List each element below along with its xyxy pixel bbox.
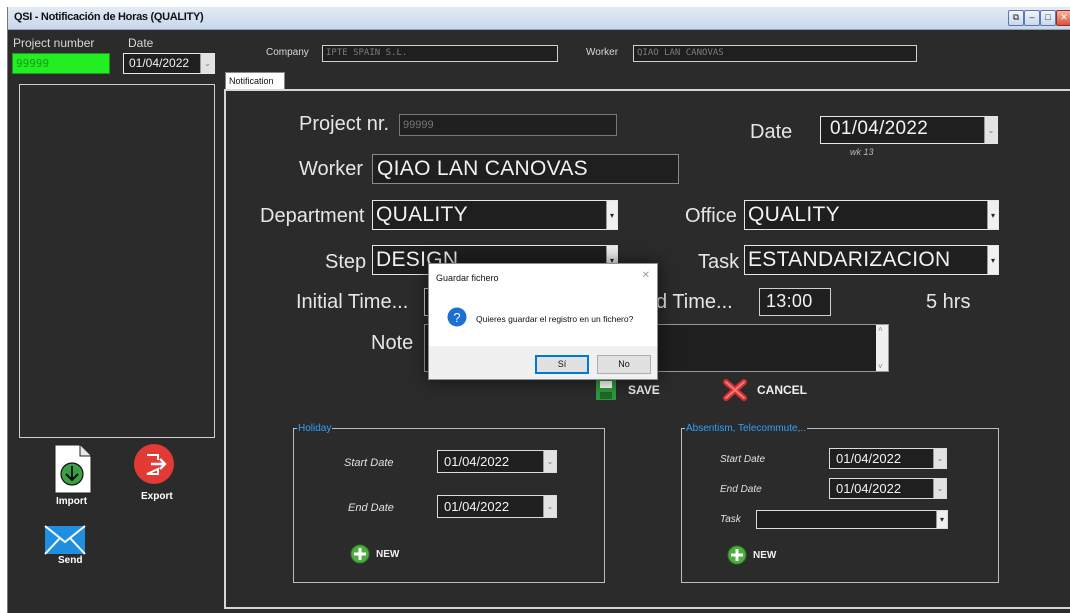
initial-time-label: Initial Time...: [296, 291, 409, 313]
dialog-no-button[interactable]: No: [597, 355, 651, 374]
cancel-button[interactable]: CANCEL: [723, 379, 813, 403]
office-label: Office: [685, 205, 737, 227]
department-select[interactable]: QUALITY ▾: [372, 200, 618, 230]
import-button[interactable]: [54, 444, 92, 494]
form-date-picker[interactable]: 01/04/2022 ⌄: [820, 116, 998, 144]
absence-legend: Absentism, Telecommute,..: [686, 423, 806, 434]
close-icon[interactable]: ✕: [642, 270, 650, 281]
project-nr-field[interactable]: 99999: [399, 114, 617, 136]
absence-new-button[interactable]: NEW: [727, 545, 787, 567]
send-label: Send: [58, 555, 83, 566]
form-worker-field[interactable]: QIAO LAN CANOVAS: [372, 154, 679, 184]
step-label: Step: [325, 251, 367, 273]
send-button[interactable]: [44, 525, 86, 555]
dialog-body: ? Quieres guardar el registro en un fich…: [429, 292, 657, 346]
cancel-x-icon: [723, 379, 747, 401]
minimize-button[interactable]: –: [1024, 10, 1040, 26]
chevron-down-icon[interactable]: ˅: [878, 362, 883, 371]
chevron-up-icon[interactable]: ˄: [878, 325, 883, 334]
form-worker-label: Worker: [299, 158, 364, 180]
note-scrollbar[interactable]: ˄ ˅: [876, 325, 888, 371]
company-field[interactable]: IPTE SPAIN S.L.: [322, 45, 558, 62]
department-label: Department: [260, 205, 365, 227]
dialog-title: Guardar fichero: [436, 273, 499, 283]
floppy-disk-icon: [596, 380, 616, 400]
chevron-down-icon[interactable]: ⌄: [933, 449, 946, 468]
holiday-start-date-picker[interactable]: 01/04/2022 ⌄: [437, 450, 557, 473]
holiday-legend: Holiday: [298, 423, 332, 434]
end-time-label: d Time...: [656, 291, 733, 313]
absence-end-label: End Date: [720, 484, 762, 495]
date-label: Date: [128, 36, 154, 50]
absence-start-date-picker[interactable]: 01/04/2022 ⌄: [829, 448, 947, 469]
chevron-down-icon[interactable]: ⌄: [933, 479, 946, 498]
export-icon: [134, 444, 174, 484]
export-label: Export: [141, 491, 173, 502]
close-button[interactable]: ✕: [1056, 10, 1070, 26]
holiday-start-label: Start Date: [344, 457, 394, 469]
save-button[interactable]: SAVE: [595, 379, 675, 403]
import-icon: [54, 444, 92, 494]
tab-notification[interactable]: Notification: [225, 72, 285, 90]
holiday-end-date-picker[interactable]: 01/04/2022 ⌄: [437, 495, 557, 518]
maximize-button[interactable]: □: [1040, 10, 1056, 26]
note-label: Note: [371, 332, 414, 354]
dialog-yes-button[interactable]: Sí: [535, 355, 589, 374]
chevron-down-icon[interactable]: ⌄: [543, 496, 556, 517]
chevron-down-icon[interactable]: ⌄: [543, 451, 556, 472]
records-list-panel[interactable]: [19, 84, 215, 438]
plus-circle-icon: [727, 545, 747, 565]
hours-total: 5 hrs: [926, 291, 971, 313]
project-nr-label: Project nr.: [299, 113, 390, 135]
mail-icon: [44, 525, 86, 555]
task-select[interactable]: ESTANDARIZACION ▾: [744, 245, 999, 275]
absence-task-select[interactable]: ▾: [756, 510, 948, 529]
week-number: wk 13: [850, 147, 874, 157]
import-label: Import: [56, 496, 88, 507]
absence-end-date-picker[interactable]: 01/04/2022 ⌄: [829, 478, 947, 499]
plus-circle-icon: [350, 544, 370, 564]
chevron-down-icon[interactable]: ▾: [987, 246, 998, 274]
holiday-end-label: End Date: [348, 502, 394, 514]
chevron-down-icon[interactable]: ⌄: [200, 54, 214, 73]
worker-label: Worker: [586, 47, 619, 58]
task-label: Task: [698, 251, 740, 273]
office-select[interactable]: QUALITY ▾: [744, 200, 999, 230]
dialog-message: Quieres guardar el registro en un ficher…: [476, 314, 634, 324]
question-icon: ?: [447, 307, 467, 327]
title-bar[interactable]: QSI - Notificación de Horas (QUALITY) ⧉ …: [8, 7, 1070, 30]
form-date-label: Date: [750, 121, 793, 143]
absence-task-label: Task: [720, 514, 741, 525]
worker-field[interactable]: QIAO LAN CANOVAS: [633, 45, 917, 62]
chevron-down-icon[interactable]: ⌄: [984, 117, 997, 143]
holiday-new-button[interactable]: NEW: [350, 544, 410, 566]
window-title: QSI - Notificación de Horas (QUALITY): [14, 11, 204, 23]
project-number-label: Project number: [13, 36, 95, 50]
dialog-titlebar[interactable]: Guardar fichero ✕: [429, 264, 657, 292]
project-number-field[interactable]: 99999: [12, 53, 110, 74]
end-time-field[interactable]: 13:00: [759, 288, 831, 316]
export-button[interactable]: [133, 443, 175, 485]
absence-start-label: Start Date: [720, 454, 766, 465]
chevron-down-icon[interactable]: ▾: [936, 511, 947, 528]
restore-icon[interactable]: ⧉: [1008, 10, 1024, 26]
chevron-down-icon[interactable]: ▾: [606, 201, 617, 229]
save-file-dialog: Guardar fichero ✕ ? Quieres guardar el r…: [428, 263, 658, 380]
header-date-picker[interactable]: 01/04/2022 ⌄: [123, 53, 215, 74]
chevron-down-icon[interactable]: ▾: [987, 201, 998, 229]
svg-text:?: ?: [453, 310, 460, 325]
company-label: Company: [266, 47, 309, 58]
